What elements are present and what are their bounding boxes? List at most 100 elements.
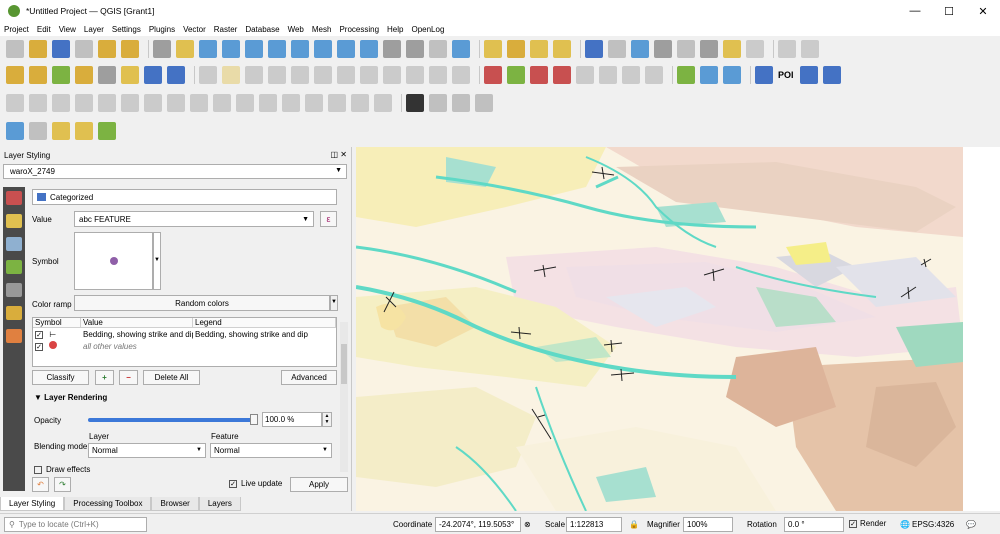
menu-processing[interactable]: Processing <box>335 25 383 34</box>
deselect-all-icon[interactable] <box>530 40 548 58</box>
redo-icon[interactable] <box>452 66 470 84</box>
maximize-button[interactable]: ☐ <box>932 0 966 22</box>
split-parts-icon[interactable] <box>259 94 277 112</box>
extents-toggle-icon[interactable]: ⊗ <box>524 520 531 529</box>
scale-field[interactable]: 1:122813 <box>566 517 622 532</box>
zoom-next-icon[interactable] <box>360 40 378 58</box>
opacity-spin-arrows[interactable]: ▲ ▼ <box>322 412 332 427</box>
symbology-paintbrush-icon[interactable] <box>6 191 22 205</box>
feature-blend-select[interactable]: Normal ▼ <box>210 443 332 458</box>
scrollbar-thumb[interactable] <box>341 344 347 384</box>
rotation-field[interactable]: 0.0 ° <box>784 517 844 532</box>
menu-layer[interactable]: Layer <box>80 25 108 34</box>
header-value[interactable]: Value <box>81 318 193 327</box>
header-legend[interactable]: Legend <box>193 318 336 327</box>
magnifier-field[interactable]: 100% <box>683 517 733 532</box>
live-update-checkbox[interactable]: ✓ <box>229 479 237 488</box>
menu-mesh[interactable]: Mesh <box>308 25 336 34</box>
header-symbol[interactable]: Symbol <box>33 318 81 327</box>
render-toggle[interactable]: ✓ Render <box>849 519 886 528</box>
panel-float-close-controls[interactable]: ◫ ✕ <box>331 150 347 159</box>
opacity-slider-track[interactable] <box>88 418 256 422</box>
layer-labeling-icon[interactable] <box>507 66 525 84</box>
locator-search-input[interactable]: ⚲ Type to locate (Ctrl+K) <box>4 517 147 532</box>
merge-attributes-icon[interactable] <box>305 94 323 112</box>
tab-processing-toolbox[interactable]: Processing Toolbox <box>64 497 152 511</box>
zoom-last-icon[interactable] <box>337 40 355 58</box>
opacity-slider-handle[interactable] <box>250 414 258 425</box>
statistical-summary-icon[interactable] <box>654 40 672 58</box>
measure-line-icon[interactable] <box>700 40 718 58</box>
add-raster-layer-icon[interactable] <box>98 66 116 84</box>
refresh-icon[interactable] <box>452 40 470 58</box>
labels-abc-icon[interactable] <box>6 214 22 228</box>
color-ramp-button[interactable]: Random colors <box>74 295 330 311</box>
coordinate-field[interactable]: -24.2074°, 119.5053° <box>435 517 521 532</box>
layer-blend-select[interactable]: Normal ▼ <box>88 443 206 458</box>
move-feature-icon[interactable] <box>314 66 332 84</box>
panel-scrollbar[interactable] <box>340 322 348 472</box>
undo-icon[interactable] <box>429 66 447 84</box>
delete-part-icon[interactable] <box>167 94 185 112</box>
simplify-feature-icon[interactable] <box>52 94 70 112</box>
symbol-preview-button[interactable] <box>74 232 153 290</box>
zoom-full-icon[interactable] <box>245 40 263 58</box>
live-update-row[interactable]: ✓ Live update <box>229 479 282 488</box>
undo-style-button[interactable]: ↶ <box>32 477 49 492</box>
change-label-icon[interactable] <box>645 66 663 84</box>
delete-selected-icon[interactable] <box>337 66 355 84</box>
crs-button[interactable]: EPSG:4326 <box>912 520 954 529</box>
map-empty-area[interactable] <box>963 147 1000 511</box>
temporal-controller-icon[interactable] <box>429 40 447 58</box>
new-project-icon[interactable] <box>6 40 24 58</box>
rotate-feature-icon[interactable] <box>29 94 47 112</box>
layer-rendering-section[interactable]: ▼ Layer Rendering <box>34 393 107 402</box>
style-manager-icon[interactable] <box>121 40 139 58</box>
messages-icon[interactable]: 💬 <box>966 520 976 529</box>
open-project-icon[interactable] <box>29 40 47 58</box>
close-button[interactable]: ✕ <box>966 0 1000 22</box>
masks-abc-icon[interactable] <box>6 237 22 251</box>
plus-box-icon[interactable] <box>452 94 470 112</box>
menu-vector[interactable]: Vector <box>179 25 210 34</box>
diagrams-icon[interactable] <box>6 283 22 297</box>
apply-button[interactable]: Apply <box>290 477 348 492</box>
tab-layer-styling[interactable]: Layer Styling <box>0 497 65 511</box>
cube-plugin-2-icon[interactable] <box>75 122 93 140</box>
zoom-native-icon[interactable] <box>314 40 332 58</box>
attribute-table-icon[interactable] <box>677 40 695 58</box>
show-layout-manager-icon[interactable] <box>98 40 116 58</box>
split-features-icon[interactable] <box>236 94 254 112</box>
history-icon[interactable] <box>6 329 22 343</box>
category-checkbox[interactable]: ✓ <box>35 343 43 351</box>
table-row[interactable]: ✓ ⊢ Bedding, showing strike and dip Bedd… <box>33 328 336 340</box>
globe-plugin-icon[interactable] <box>700 66 718 84</box>
opacity-spinbox[interactable]: 100.0 % <box>262 412 322 427</box>
color-ramp-dropdown[interactable]: ▼ <box>330 295 338 311</box>
advanced-digitizing-icon[interactable] <box>6 94 24 112</box>
render-checkbox[interactable]: ✓ <box>849 519 857 528</box>
gear-icon[interactable] <box>429 94 447 112</box>
offset-curve-icon[interactable] <box>213 94 231 112</box>
cube-plugin-icon[interactable] <box>52 122 70 140</box>
pan-map-icon[interactable] <box>153 40 171 58</box>
draw-effects-row[interactable]: Draw effects <box>34 465 90 474</box>
triangle-plugin-icon[interactable] <box>677 66 695 84</box>
new-shapefile-layer-icon[interactable] <box>75 66 93 84</box>
menu-plugins[interactable]: Plugins <box>145 25 179 34</box>
merge-features-icon[interactable] <box>282 94 300 112</box>
new-print-layout-icon[interactable] <box>75 40 93 58</box>
cloud-icon[interactable] <box>6 122 24 140</box>
menu-edit[interactable]: Edit <box>33 25 55 34</box>
menu-raster[interactable]: Raster <box>210 25 242 34</box>
zoom-out-icon[interactable] <box>222 40 240 58</box>
offset-point-symbols-icon[interactable] <box>351 94 369 112</box>
menu-project[interactable]: Project <box>0 25 33 34</box>
menu-settings[interactable]: Settings <box>108 25 145 34</box>
python-console-icon[interactable] <box>755 66 773 84</box>
table-row[interactable]: ✓ all other values <box>33 340 336 352</box>
vertex-tool-icon[interactable] <box>291 66 309 84</box>
select-features-icon[interactable] <box>484 40 502 58</box>
menu-view[interactable]: View <box>55 25 80 34</box>
toggle-editing-icon[interactable] <box>199 66 217 84</box>
